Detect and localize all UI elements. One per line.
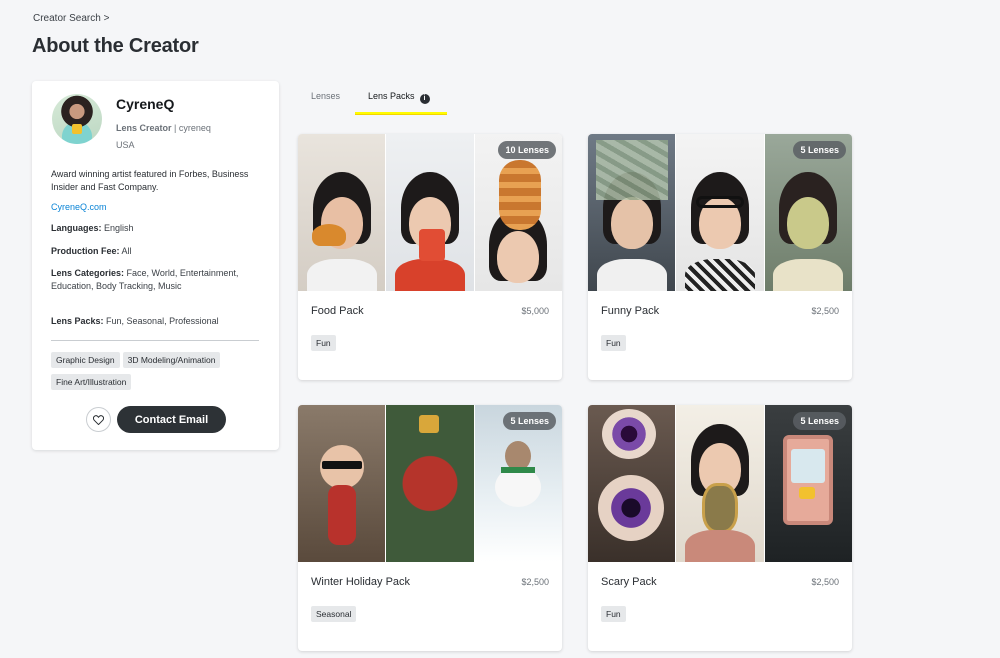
- creator-meta: Lens Creator | cyreneq USA: [116, 120, 211, 154]
- pack-name: Food Pack: [311, 305, 364, 317]
- creator-profile-card: CyreneQ Lens Creator | cyreneq USA Award…: [32, 81, 279, 450]
- creator-role: Lens Creator: [116, 123, 172, 133]
- skill-tag: Graphic Design: [51, 352, 120, 368]
- favorite-button[interactable]: [86, 407, 111, 432]
- pack-price: $2,500: [811, 577, 839, 587]
- avatar: [52, 94, 102, 144]
- pack-name: Scary Pack: [601, 576, 657, 588]
- lens-categories-info: Lens Categories: Face, World, Entertainm…: [51, 267, 261, 293]
- creator-handle: | cyreneq: [171, 123, 211, 133]
- lens-preview: [588, 134, 677, 291]
- lens-preview: [676, 134, 765, 291]
- lens-preview: [298, 405, 387, 562]
- pack-price: $2,500: [811, 306, 839, 316]
- page-title: About the Creator: [32, 35, 199, 57]
- production-fee-value: All: [119, 246, 132, 256]
- lens-preview: [588, 405, 677, 562]
- languages-label: Languages:: [51, 223, 102, 233]
- creator-website-link[interactable]: CyreneQ.com: [51, 202, 107, 212]
- skill-tag: Fine Art/Illustration: [51, 374, 132, 390]
- pack-price: $2,500: [521, 577, 549, 587]
- skill-tags: Graphic Design 3D Modeling/Animation Fine…: [51, 350, 271, 394]
- tab-lenses[interactable]: Lenses: [311, 82, 340, 114]
- pack-tag: Fun: [311, 335, 336, 351]
- languages-value: English: [101, 223, 134, 233]
- production-fee-info: Production Fee: All: [51, 245, 261, 258]
- pack-card-winter-holiday[interactable]: 5 Lenses Winter Holiday Pack $2,500 Seas…: [298, 405, 562, 651]
- pack-name: Funny Pack: [601, 305, 660, 317]
- lens-categories-label: Lens Categories:: [51, 268, 125, 278]
- lens-packs-label: Lens Packs:: [51, 316, 104, 326]
- lens-count-badge: 10 Lenses: [498, 141, 556, 159]
- lens-preview: [676, 405, 765, 562]
- lens-preview: [298, 134, 387, 291]
- lens-count-badge: 5 Lenses: [793, 141, 846, 159]
- production-fee-label: Production Fee:: [51, 246, 120, 256]
- lens-packs-info: Lens Packs: Fun, Seasonal, Professional: [51, 315, 261, 328]
- pack-card-food[interactable]: 10 Lenses Food Pack $5,000 Fun: [298, 134, 562, 380]
- contact-email-button[interactable]: Contact Email: [117, 406, 226, 433]
- lens-preview: [386, 134, 475, 291]
- breadcrumb[interactable]: Creator Search >: [33, 13, 109, 24]
- info-icon[interactable]: i: [419, 94, 430, 104]
- tab-lens-packs[interactable]: Lens Packs i: [355, 82, 447, 114]
- lens-count-badge: 5 Lenses: [793, 412, 846, 430]
- pack-card-funny[interactable]: 5 Lenses Funny Pack $2,500 Fun: [588, 134, 852, 380]
- pack-tag: Fun: [601, 606, 626, 622]
- lens-packs-value: Fun, Seasonal, Professional: [103, 316, 219, 326]
- pack-tag: Fun: [601, 335, 626, 351]
- creator-bio: Award winning artist featured in Forbes,…: [51, 169, 249, 192]
- pack-card-scary[interactable]: 5 Lenses Scary Pack $2,500 Fun: [588, 405, 852, 651]
- creator-name: CyreneQ: [116, 96, 175, 112]
- heart-icon: [93, 414, 104, 425]
- tab-lens-packs-label: Lens Packs: [368, 91, 415, 101]
- lens-preview: [386, 405, 475, 562]
- languages-info: Languages: English: [51, 222, 261, 235]
- skill-tag: 3D Modeling/Animation: [122, 352, 221, 368]
- divider: [51, 340, 259, 341]
- creator-country: USA: [116, 140, 135, 150]
- pack-price: $5,000: [521, 306, 549, 316]
- avatar-shirt-graphic: [72, 124, 82, 134]
- lens-count-badge: 5 Lenses: [503, 412, 556, 430]
- pack-name: Winter Holiday Pack: [311, 576, 411, 588]
- pack-tag: Seasonal: [311, 606, 357, 622]
